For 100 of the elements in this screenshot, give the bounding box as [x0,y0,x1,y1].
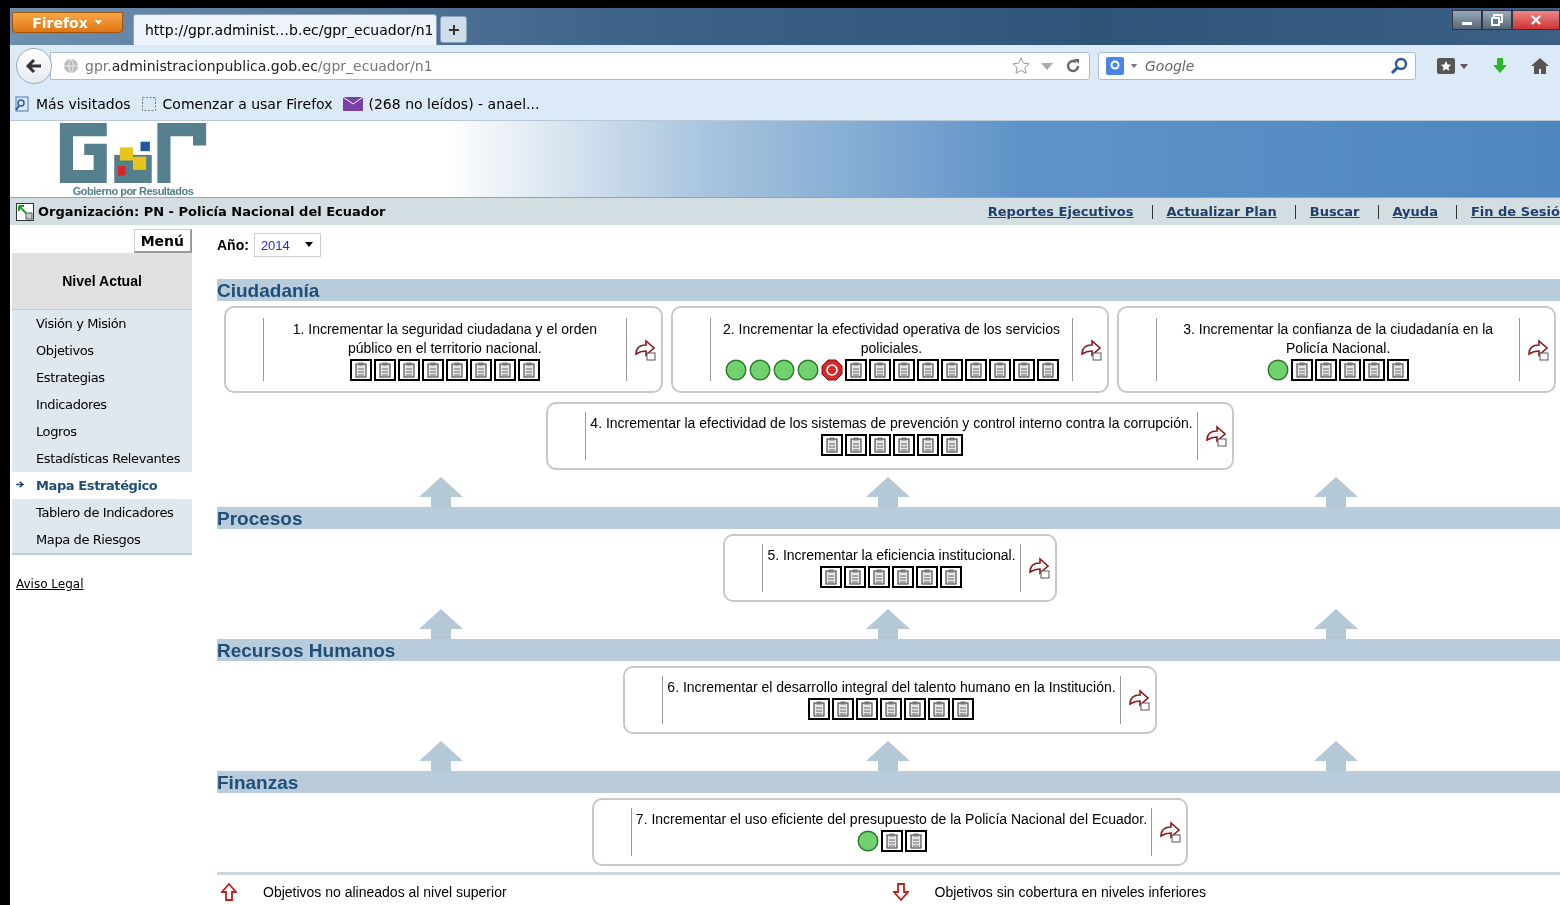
new-tab-button[interactable] [440,16,467,43]
status-dot-icon[interactable] [856,830,879,852]
share-arrow-icon[interactable] [632,338,657,361]
status-dot-icon[interactable] [748,359,771,381]
document-icon[interactable] [844,434,867,456]
document-icon[interactable] [928,698,951,720]
star-icon[interactable] [1011,56,1031,76]
browser-tab[interactable]: http://gpr.administ…b.ec/gpr_ecuador/n1 [133,14,437,45]
objective-card[interactable]: 1. Incrementar la seguridad ciudadana y el orden público en el territorio nacional. [224,306,663,393]
objective-card[interactable]: 7. Incrementar el uso eficiente del presupuesto de la Policía Nacional del Ecuador. [591,798,1189,866]
document-icon[interactable] [844,359,867,381]
document-icon[interactable] [916,434,939,456]
document-icon[interactable] [820,566,843,588]
document-icon[interactable] [832,698,855,720]
share-arrow-icon[interactable] [1158,821,1183,843]
status-dot-icon[interactable] [1267,359,1290,381]
document-icon[interactable] [868,434,891,456]
document-icon[interactable] [1363,359,1386,381]
bookmark-item[interactable]: Comenzar a usar Firefox [140,95,333,112]
document-icon[interactable] [880,698,903,720]
stop-sign-icon[interactable] [820,359,843,381]
sidebar-item[interactable]: Indicadores [12,391,192,418]
document-icon[interactable] [1291,359,1314,381]
search-input[interactable]: Google [1143,57,1384,75]
document-icon[interactable] [892,359,915,381]
status-dot-icon[interactable] [772,359,795,381]
document-icon[interactable] [820,434,843,456]
document-icon[interactable] [892,566,915,588]
year-select[interactable]: 2014 [253,233,321,257]
document-icon[interactable] [904,698,927,720]
sidebar-item[interactable]: Objetivos [12,337,192,364]
sidebar-item[interactable]: Estadísticas Relevantes [12,445,192,472]
document-icon[interactable] [517,359,540,381]
sidebar-item[interactable]: Estrategias [12,364,192,391]
sidebar-item[interactable]: Visión y Misión [12,310,192,337]
document-icon[interactable] [445,359,468,381]
objective-card[interactable]: 2. Incrementar la efectividad operativa de los servicios policiales. [670,306,1110,393]
minimize-button[interactable] [1452,10,1482,30]
header-link[interactable]: Ayuda [1377,204,1438,219]
objective-card[interactable]: 3. Incrementar la confianza de la ciudadanía en la Policía Nacional. [1117,306,1556,393]
document-icon[interactable] [397,359,420,381]
share-arrow-icon[interactable] [1126,689,1151,711]
document-icon[interactable] [1036,359,1059,381]
document-icon[interactable] [856,698,879,720]
share-arrow-icon[interactable] [1203,425,1228,447]
document-icon[interactable] [421,359,444,381]
address-field[interactable]: gpr.administracionpublica.gob.ec/gpr_ecuador/n1 [50,52,1090,80]
sidebar-item[interactable]: Mapa de Riesgos [12,526,192,553]
document-icon[interactable] [940,434,963,456]
document-icon[interactable] [868,566,891,588]
document-icon[interactable] [808,698,831,720]
sidebar-item[interactable]: Tablero de Indicadores [12,499,192,526]
document-icon[interactable] [493,359,516,381]
legal-link[interactable]: Aviso Legal [16,577,84,591]
document-icon[interactable] [940,566,963,588]
home-icon[interactable] [1530,56,1550,76]
objective-text: 7. Incrementar el uso eficiente del presupuesto de la Policía Nacional del Ecuador. [635,810,1148,829]
document-icon[interactable] [904,830,927,852]
share-arrow-icon[interactable] [1026,557,1051,579]
document-icon[interactable] [916,566,939,588]
document-icon[interactable] [1012,359,1035,381]
close-button[interactable] [1512,10,1560,30]
objective-card[interactable]: 6. Incrementar el desarrollo integral del talento humano en la Institución. [623,666,1157,734]
status-dot-icon[interactable] [724,359,747,381]
search-icon[interactable] [1389,56,1409,76]
search-field[interactable]: Google [1098,52,1416,80]
document-icon[interactable] [1339,359,1362,381]
back-button[interactable] [16,48,52,84]
header-link[interactable]: Buscar [1294,204,1360,219]
document-icon[interactable] [916,359,939,381]
bookmark-item[interactable]: Más visitados [14,95,131,112]
header-link[interactable]: Fin de Sesió [1455,204,1560,219]
menu-button[interactable]: Menú [133,229,192,253]
document-icon[interactable] [373,359,396,381]
share-arrow-icon[interactable] [1079,338,1104,361]
objective-card[interactable]: 5. Incrementar la eficiencia institucional. [723,534,1057,602]
document-icon[interactable] [988,359,1011,381]
sidebar-item[interactable]: Mapa Estratégico [12,472,192,499]
document-icon[interactable] [880,830,903,852]
document-icon[interactable] [469,359,492,381]
tab-title: http://gpr.administ…b.ec/gpr_ecuador/n1 [145,22,434,38]
bookmarks-icon[interactable] [1436,56,1470,76]
document-icon[interactable] [1315,359,1338,381]
document-icon[interactable] [1387,359,1410,381]
sidebar-item[interactable]: Logros [12,418,192,445]
share-arrow-icon[interactable] [1526,338,1550,361]
document-icon[interactable] [868,359,891,381]
status-dot-icon[interactable] [796,359,819,381]
objective-card[interactable]: 4. Incrementar la efectividad de los sistemas de prevención y control interno contra la corrupción. [546,402,1234,470]
header-link[interactable]: Actualizar Plan [1151,204,1277,219]
header-link[interactable]: Reportes Ejecutivos [973,204,1134,219]
document-icon[interactable] [892,434,915,456]
document-icon[interactable] [940,359,963,381]
document-icon[interactable] [964,359,987,381]
year-label: Año: [217,237,249,253]
restore-button[interactable] [1482,10,1512,30]
document-icon[interactable] [952,698,975,720]
bookmark-item[interactable]: (268 no leídos) - anael... [342,95,540,112]
document-icon[interactable] [844,566,867,588]
document-icon[interactable] [349,359,372,381]
